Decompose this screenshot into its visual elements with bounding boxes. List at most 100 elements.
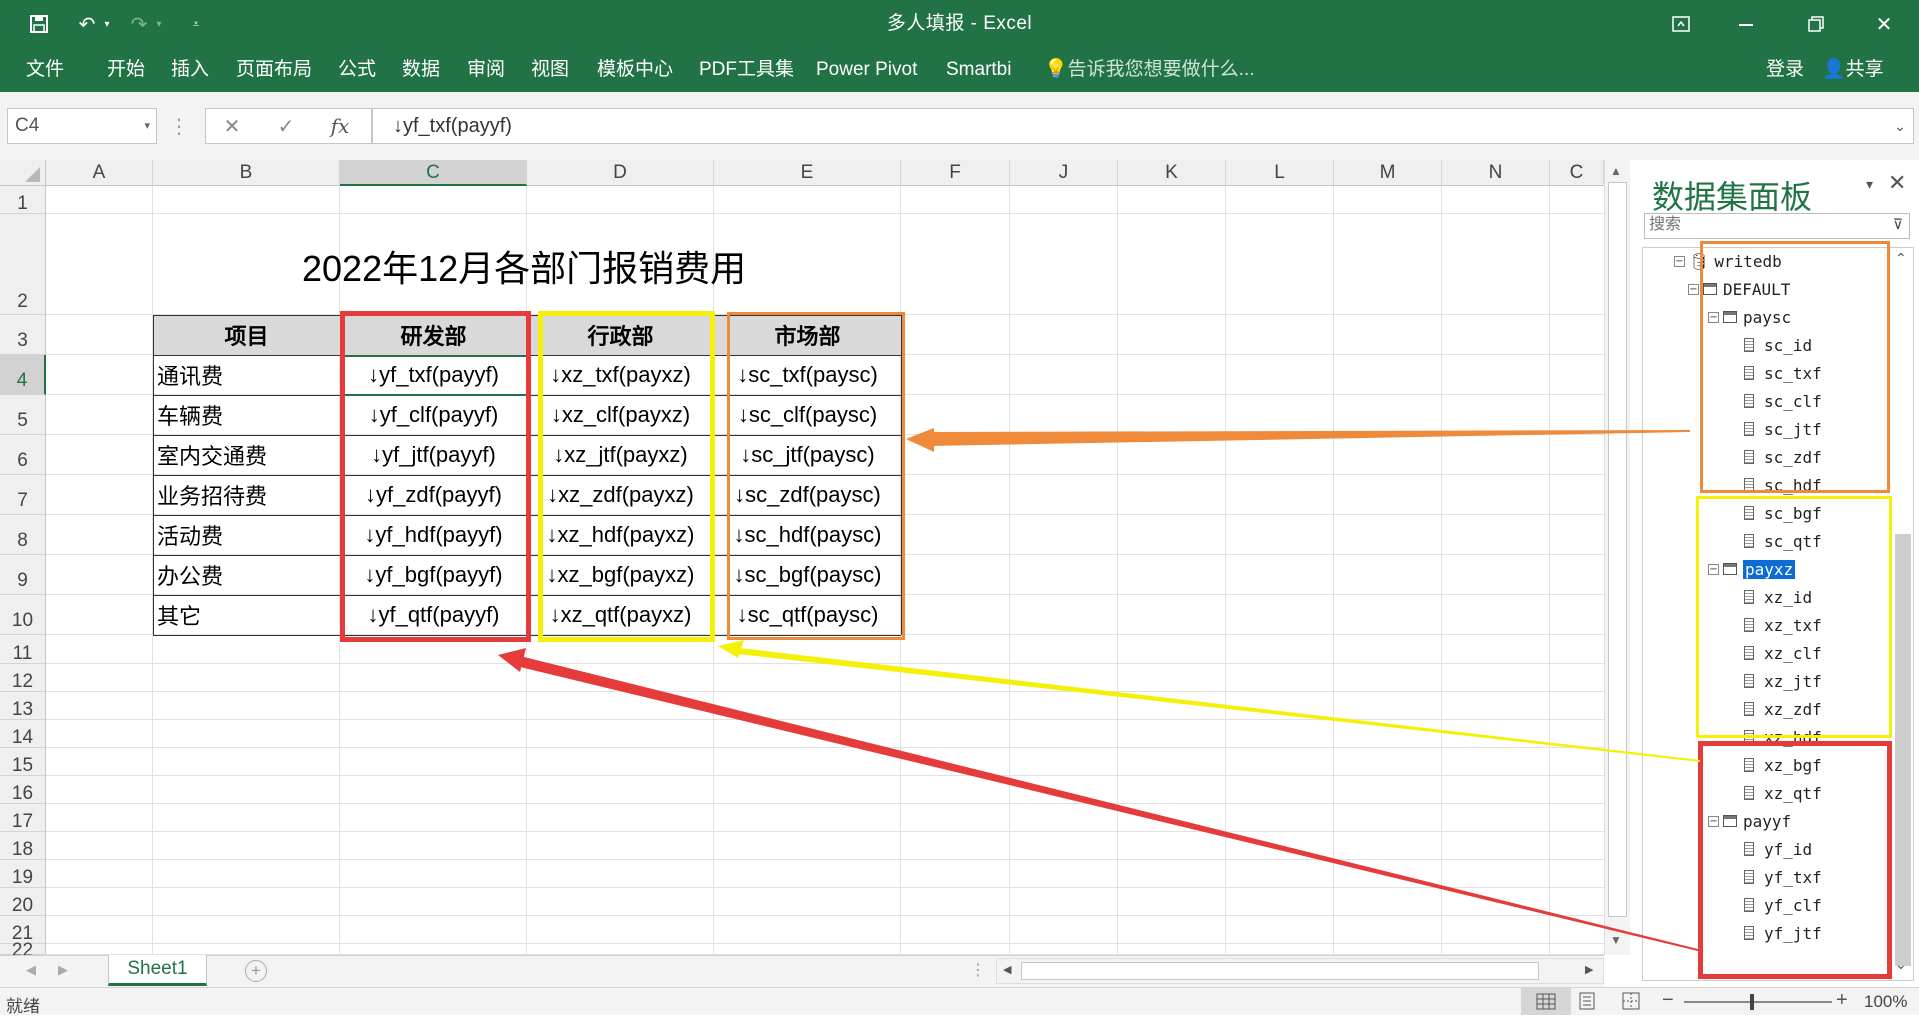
row-header[interactable]: 13 (0, 692, 46, 720)
scroll-left-icon[interactable]: ◀ (1003, 963, 1011, 976)
select-all-corner[interactable] (0, 160, 46, 186)
tree-scroll-up-icon[interactable]: ⌃ (1895, 250, 1907, 267)
column-header[interactable]: J (1010, 160, 1118, 186)
h-scroll-thumb[interactable] (1021, 962, 1539, 980)
ribbon-display-icon[interactable] (1666, 10, 1696, 38)
collapse-icon[interactable]: − (1688, 283, 1699, 295)
share-button[interactable]: 👤共享 (1822, 48, 1884, 92)
filter-icon[interactable]: ⊽ (1893, 216, 1903, 233)
row-header[interactable]: 10 (0, 595, 46, 635)
column-header[interactable]: F (901, 160, 1010, 186)
tab-home[interactable]: 开始 (107, 48, 145, 92)
row-header[interactable]: 7 (0, 475, 46, 515)
tab-page-layout[interactable]: 页面布局 (236, 48, 312, 92)
minimize-icon[interactable] (1728, 10, 1764, 38)
tree-scroll-thumb[interactable] (1895, 534, 1911, 966)
column-header[interactable]: N (1442, 160, 1550, 186)
panel-search-input[interactable] (1645, 214, 1865, 236)
tab-power-pivot[interactable]: Power Pivot (816, 48, 917, 92)
row-header[interactable]: 9 (0, 555, 46, 595)
restore-icon[interactable] (1798, 10, 1834, 38)
row-header[interactable]: 2 (0, 214, 46, 315)
panel-options-icon[interactable]: ▾ (1866, 176, 1873, 193)
sheet-tab-sheet1[interactable]: Sheet1 (108, 955, 207, 986)
tab-review[interactable]: 审阅 (467, 48, 505, 92)
item-cell[interactable]: 活动费 (153, 515, 340, 555)
zoom-out-icon[interactable]: − (1662, 989, 1674, 1012)
insert-function-icon[interactable]: fx (322, 110, 358, 142)
cancel-icon[interactable]: ✕ (214, 110, 250, 142)
sheet-title[interactable]: 2022年12月各部门报销费用 (302, 238, 746, 294)
row-header[interactable]: 8 (0, 515, 46, 555)
row-header[interactable]: 18 (0, 832, 46, 860)
column-header[interactable]: B (153, 160, 340, 186)
tab-file[interactable]: 文件 (26, 48, 64, 92)
item-cell[interactable]: 室内交通费 (153, 435, 340, 475)
row-header[interactable]: 4 (0, 355, 46, 395)
row-header[interactable]: 14 (0, 720, 46, 748)
item-cell[interactable]: 车辆费 (153, 395, 340, 435)
column-header[interactable]: C (340, 160, 527, 186)
column-header[interactable]: C (1550, 160, 1604, 186)
column-header[interactable]: A (46, 160, 153, 186)
tree-scroll-down-icon[interactable]: ⌄ (1895, 956, 1907, 973)
next-sheet-icon[interactable]: ▶ (58, 962, 68, 978)
scroll-thumb[interactable] (1608, 182, 1627, 917)
tab-smartbi[interactable]: Smartbi (946, 48, 1011, 92)
name-box[interactable]: C4 ▾ (7, 108, 157, 144)
row-header[interactable]: 11 (0, 635, 46, 664)
expand-formula-icon[interactable]: ⌄ (1882, 110, 1918, 142)
column-header[interactable]: L (1226, 160, 1334, 186)
item-cell[interactable]: 办公费 (153, 555, 340, 595)
row-header[interactable]: 17 (0, 804, 46, 832)
formula-input[interactable]: ↓yf_txf(payyf) (372, 108, 1914, 144)
tab-view[interactable]: 视图 (531, 48, 569, 92)
horizontal-scrollbar[interactable]: ◀ ▶ (996, 958, 1604, 984)
column-header[interactable]: K (1118, 160, 1226, 186)
tab-formulas[interactable]: 公式 (338, 48, 376, 92)
collapse-icon[interactable]: − (1674, 255, 1685, 267)
row-header[interactable]: 20 (0, 888, 46, 916)
zoom-slider[interactable] (1684, 1001, 1832, 1003)
tree-scrollbar[interactable]: ⌃ ⌄ (1892, 248, 1912, 980)
login-link[interactable]: 登录 (1766, 48, 1804, 92)
panel-close-icon[interactable]: ✕ (1888, 170, 1906, 196)
tell-me-box[interactable]: 💡告诉我您想要做什么... (1044, 48, 1255, 92)
add-sheet-icon[interactable]: + (245, 960, 267, 982)
row-header[interactable]: 15 (0, 748, 46, 776)
column-header[interactable]: E (714, 160, 901, 186)
tab-pdf-tools[interactable]: PDF工具集 (699, 48, 794, 92)
close-icon[interactable]: ✕ (1866, 10, 1902, 38)
scroll-down-icon[interactable]: ▼ (1610, 933, 1622, 947)
row-header[interactable]: 12 (0, 664, 46, 692)
prev-sheet-icon[interactable]: ◀ (26, 962, 36, 978)
panel-search[interactable]: ⊽ (1644, 213, 1910, 239)
zoom-level[interactable]: 100% (1864, 992, 1907, 1012)
row-header[interactable]: 5 (0, 395, 46, 435)
tab-template-center[interactable]: 模板中心 (597, 48, 673, 92)
row-header[interactable]: 22 (0, 941, 46, 960)
tab-insert[interactable]: 插入 (171, 48, 209, 92)
zoom-in-icon[interactable]: + (1836, 989, 1848, 1012)
row-header[interactable]: 1 (0, 186, 46, 214)
splitter-icon[interactable]: ⋮ (970, 960, 986, 980)
row-header[interactable]: 19 (0, 860, 46, 888)
row-header[interactable]: 16 (0, 776, 46, 804)
scroll-up-icon[interactable]: ▲ (1610, 164, 1622, 178)
page-break-view-icon[interactable] (1621, 992, 1641, 1015)
item-cell[interactable]: 业务招待费 (153, 475, 340, 515)
tab-data[interactable]: 数据 (402, 48, 440, 92)
table-header[interactable]: 项目 (153, 315, 340, 355)
row-header[interactable]: 6 (0, 435, 46, 475)
zoom-slider-thumb[interactable] (1750, 994, 1754, 1010)
normal-view-icon[interactable] (1521, 988, 1571, 1015)
vertical-scrollbar[interactable]: ▲ ▼ (1604, 160, 1630, 955)
enter-icon[interactable]: ✓ (268, 110, 304, 142)
column-header[interactable]: D (527, 160, 714, 186)
column-header[interactable]: M (1334, 160, 1442, 186)
scroll-right-icon[interactable]: ▶ (1585, 963, 1593, 976)
page-layout-view-icon[interactable] (1578, 992, 1596, 1015)
row-header[interactable]: 3 (0, 315, 46, 355)
item-cell[interactable]: 其它 (153, 595, 340, 635)
item-cell[interactable]: 通讯费 (153, 355, 340, 395)
